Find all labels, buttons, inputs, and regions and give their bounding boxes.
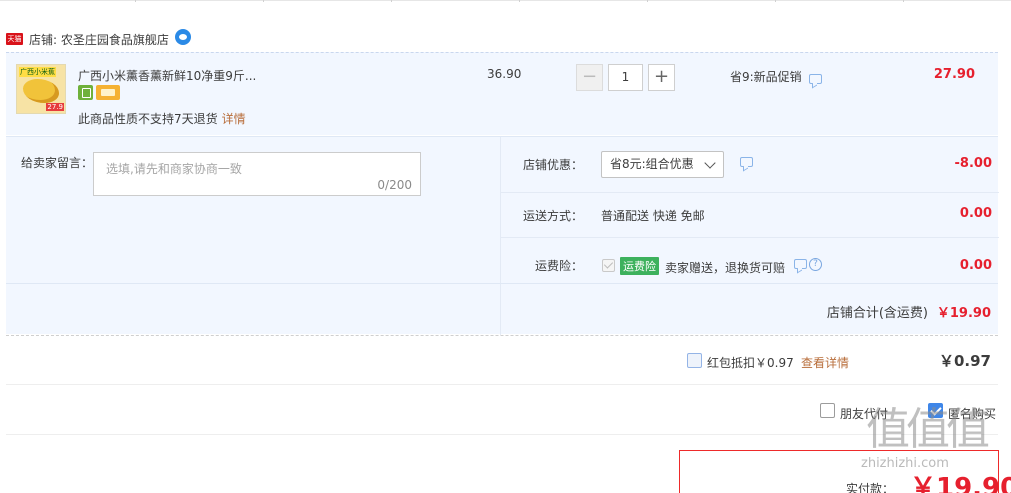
product-title[interactable]: 广西小米薰香薰新鲜10净重9斤...	[78, 67, 256, 84]
shop-header: 天猫 店铺: 农圣庄园食品旗舰店	[6, 29, 191, 48]
insurance-comment-icon[interactable]	[794, 259, 807, 269]
shipping-insurance-row: 运费险： 运费险 卖家赠送，退换货可赔 ? 0.00	[501, 238, 999, 283]
red-packet-row: 红包抵扣￥0.97 查看详情 ￥0.97	[6, 335, 998, 385]
insurance-label: 运费险：	[534, 259, 583, 273]
order-options: 给卖家留言： 选填,请先和商家协商一致 0/200 店铺优惠： 省8元:组合优惠…	[6, 136, 999, 335]
insurance-description: 卖家赠送，退换货可赔	[665, 261, 786, 275]
shop-total-label: 店铺合计(含运费)	[826, 306, 928, 321]
quantity-input[interactable]: 1	[608, 64, 643, 91]
shipping-amount: 0.00	[959, 206, 992, 221]
tmall-icon: 天猫	[6, 33, 23, 45]
red-packet-detail-link[interactable]: 查看详情	[801, 354, 849, 371]
service-guarantee-icon[interactable]	[78, 85, 93, 100]
shop-name[interactable]: 店铺: 农圣庄园食品旗舰店	[29, 31, 169, 48]
banana-image	[23, 79, 59, 103]
site-watermark: 值值值	[866, 404, 990, 455]
quantity-stepper: − 1 +	[576, 64, 675, 91]
payment-total-label: 实付款：	[846, 482, 895, 493]
shop-total-amount: ￥19.90	[936, 306, 991, 321]
red-packet-label: 红包抵扣￥0.97	[707, 356, 794, 370]
red-packet-amount: ￥0.97	[938, 352, 991, 370]
shop-total-row: 店铺合计(含运费) ￥19.90	[6, 283, 998, 335]
item-subtotal: 27.90	[933, 67, 975, 82]
seller-message-input[interactable]: 选填,请先和商家协商一致 0/200	[93, 152, 421, 196]
shop-discount-select[interactable]: 省8元:组合优惠	[601, 151, 724, 178]
payment-extras-row: 朋友代付 匿名购买	[6, 386, 998, 435]
seller-message-counter: 0/200	[377, 178, 412, 192]
friend-pay-checkbox[interactable]	[820, 403, 835, 418]
seller-message-placeholder: 选填,请先和商家协商一致	[106, 162, 242, 176]
quantity-increase-button[interactable]: +	[648, 64, 675, 91]
insurance-amount: 0.00	[959, 258, 992, 273]
shop-discount-amount: -8.00	[954, 156, 992, 171]
insurance-checkbox	[602, 259, 615, 272]
product-thumbnail[interactable]: 广西小米蕉 27.9	[16, 64, 66, 114]
cart-item: 广西小米蕉 27.9 广西小米薰香薰新鲜10净重9斤... 此商品性质不支持7天…	[6, 52, 998, 135]
return-policy-text: 此商品性质不支持7天退货	[78, 112, 218, 126]
return-policy-detail-link[interactable]: 详情	[222, 112, 246, 126]
shipping-label: 运送方式：	[522, 209, 583, 223]
question-mark-icon[interactable]: ?	[809, 258, 822, 271]
shop-discount-row: 店铺优惠： 省8元:组合优惠 -8.00	[501, 137, 999, 193]
shop-discount-selected: 省8元:组合优惠	[610, 157, 694, 171]
promotion-text: 省9:新品促销	[730, 70, 802, 84]
shipping-method: 普通配送 快递 免邮	[601, 209, 705, 223]
thumb-text: 广西小米蕉	[19, 67, 56, 77]
item-promotion: 省9:新品促销	[730, 68, 822, 85]
chevron-down-icon	[704, 157, 716, 169]
top-divider	[0, 0, 1011, 1]
credit-card-icon[interactable]	[96, 85, 120, 100]
unit-price: 36.90	[487, 67, 522, 81]
site-watermark-url: zhizhizhi.com	[861, 456, 949, 471]
thumb-price: 27.9	[46, 103, 64, 111]
insurance-badge: 运费险	[620, 257, 659, 275]
seller-message-label: 给卖家留言：	[21, 156, 94, 170]
wangwang-icon[interactable]	[174, 29, 191, 45]
shipping-row: 运送方式： 普通配送 快递 免邮 0.00	[501, 193, 999, 238]
red-packet-checkbox[interactable]	[687, 353, 702, 368]
return-policy-note: 此商品性质不支持7天退货 详情	[78, 110, 246, 127]
quantity-decrease-button[interactable]: −	[576, 64, 603, 91]
payment-total-box: 实付款： ￥19.90	[679, 450, 1011, 493]
promotion-comment-icon[interactable]	[808, 73, 822, 84]
shop-discount-label: 店铺优惠：	[522, 158, 583, 172]
discount-comment-icon[interactable]	[740, 157, 753, 167]
